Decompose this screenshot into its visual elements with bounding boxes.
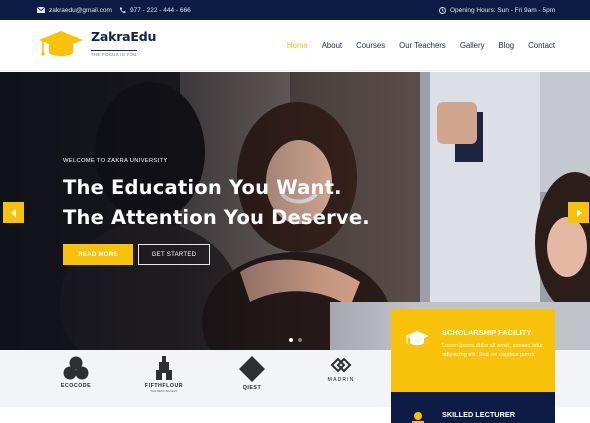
phone-text: 977 - 222 - 444 - 666 [130, 6, 191, 14]
chevron-right-icon [576, 208, 582, 217]
nav-courses[interactable]: Courses [356, 41, 385, 50]
nav-about[interactable]: About [322, 41, 342, 50]
contact-email[interactable]: zakraedu@gmail.com [37, 0, 112, 20]
ecocode-logo-icon [63, 356, 89, 380]
graduation-cap-icon [39, 31, 83, 56]
hero-headline-line2: The Attention You Deserve. [63, 206, 370, 229]
site-logo[interactable]: ZakraEdu THE FOCUS IS YOU [37, 28, 156, 62]
envelope-icon [37, 7, 45, 13]
site-header: ZakraEdu THE FOCUS IS YOU Home About Cou… [0, 20, 590, 71]
contact-phone[interactable]: 977 - 222 - 444 - 666 [119, 0, 191, 20]
nav-contact[interactable]: Contact [528, 41, 555, 50]
get-started-button[interactable]: GET STARTED [138, 244, 210, 265]
logo-name: ZakraEdu [91, 28, 157, 44]
main-nav: Home About Courses Our Teachers Gallery … [287, 20, 555, 71]
partner-madrin[interactable]: MADRIN [311, 356, 371, 383]
prev-slide-button[interactable] [3, 202, 24, 223]
nav-blog[interactable]: Blog [499, 41, 515, 50]
partner-name: MADRIN [327, 377, 355, 383]
partner-name: QIEST [242, 385, 262, 391]
madrin-logo-icon [330, 357, 352, 373]
partner-name: ECOCODE [60, 383, 92, 389]
clock-icon [439, 6, 446, 14]
lecturer-icon [412, 412, 424, 423]
slider-pagination [289, 338, 302, 342]
partner-ecocode[interactable]: ECOCODE [46, 356, 106, 389]
opening-hours: Opening Hours: Sun - Fri 9am - 5pm [439, 0, 555, 20]
chevron-left-icon [10, 208, 16, 217]
graduation-cap-icon [405, 331, 429, 346]
partner-fifthflour[interactable]: FIFTHFLOUR THE BEST BAKERY [134, 356, 194, 393]
feature-text: Lorem ipsum dolor sit amet, consec tetur… [442, 343, 544, 358]
hours-text: Opening Hours: Sun - Fri 9am - 5pm [450, 6, 556, 14]
email-text: zakraedu@gmail.com [49, 6, 112, 14]
feature-title: SKILLED LECTURER [442, 410, 515, 419]
next-slide-button[interactable] [568, 202, 589, 223]
nav-gallery[interactable]: Gallery [460, 41, 485, 50]
feature-card-skilled-lecturer[interactable]: SKILLED LECTURER [391, 392, 555, 423]
phone-icon [119, 7, 126, 13]
slider-dot-2[interactable] [298, 338, 302, 342]
partner-qiest[interactable]: QIEST [222, 356, 282, 391]
feature-card-scholarship[interactable]: SCHOLARSHIP FACILITY Lorem ipsum dolor s… [391, 309, 555, 392]
hero-welcome-text: WELCOME TO ZAKRA UNIVERSITY [63, 158, 168, 164]
qiest-logo-icon [239, 356, 265, 382]
logo-tagline: THE FOCUS IS YOU [91, 49, 137, 57]
hero-headline-line1: The Education You Want. [63, 176, 342, 199]
partner-subtitle: THE BEST BAKERY [150, 389, 178, 393]
feature-title: SCHOLARSHIP FACILITY [442, 328, 532, 337]
slider-dot-1[interactable] [289, 338, 293, 342]
nav-our-teachers[interactable]: Our Teachers [399, 41, 446, 50]
nav-home[interactable]: Home [287, 41, 308, 50]
read-more-button[interactable]: READ MORE [63, 244, 133, 265]
top-info-bar: zakraedu@gmail.com 977 - 222 - 444 - 666… [0, 0, 590, 20]
fifthflour-logo-icon [156, 356, 172, 380]
